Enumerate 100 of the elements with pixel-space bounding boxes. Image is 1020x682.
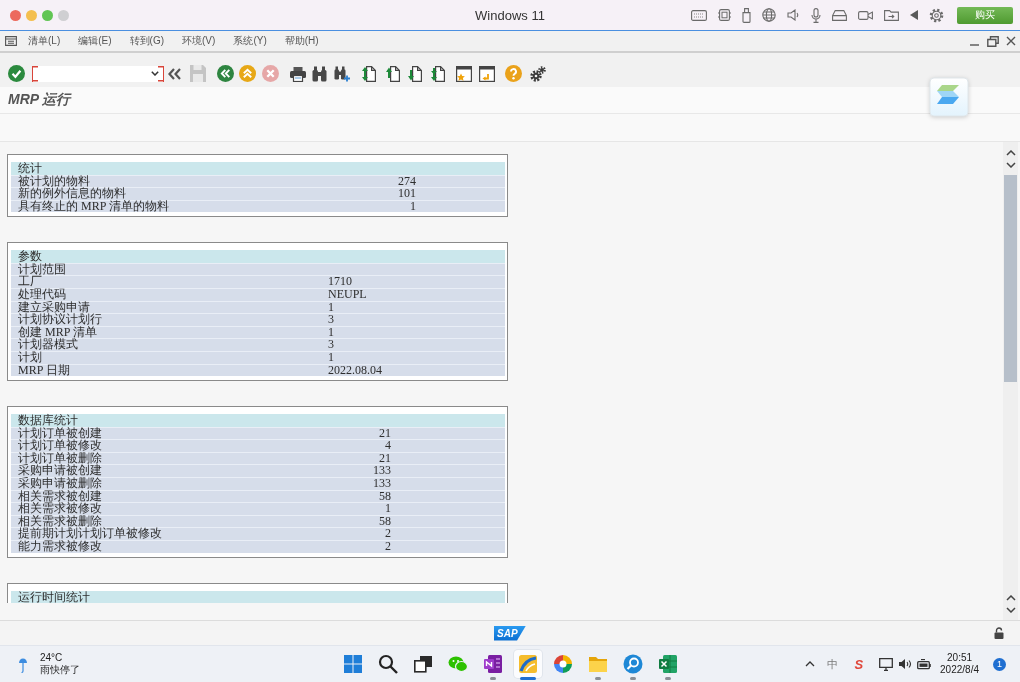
drive-icon[interactable] bbox=[832, 9, 847, 21]
section-title: 参数 bbox=[11, 250, 505, 263]
speaker-icon[interactable] bbox=[898, 658, 913, 670]
row-label: 相关需求被删除 bbox=[17, 515, 102, 528]
row-label: 采购申请被删除 bbox=[17, 478, 102, 490]
monitor-icon[interactable] bbox=[879, 657, 894, 671]
scroll-up-icon[interactable] bbox=[1005, 150, 1016, 156]
folder-icon[interactable] bbox=[884, 9, 899, 21]
row-label: 处理代码 bbox=[17, 288, 66, 301]
row-value: 58 bbox=[379, 515, 391, 528]
close-dot-icon[interactable] bbox=[10, 9, 21, 21]
battery-icon[interactable] bbox=[917, 658, 933, 670]
menu-item[interactable]: 编辑(E) bbox=[78, 34, 112, 48]
lock-icon[interactable] bbox=[994, 627, 1004, 639]
binoculars-plus-icon[interactable] bbox=[334, 65, 350, 82]
row-value: 1 bbox=[328, 351, 334, 364]
row-value: 274 bbox=[398, 175, 416, 188]
row-value: NEUPL bbox=[328, 288, 367, 301]
caret-icon[interactable] bbox=[151, 71, 159, 76]
row-value: 1 bbox=[328, 326, 334, 339]
binoculars-icon[interactable] bbox=[312, 65, 327, 82]
last-page-icon[interactable] bbox=[431, 65, 445, 82]
row-value: 1 bbox=[385, 503, 391, 515]
chevron-up-icon[interactable] bbox=[805, 661, 816, 667]
color-wheel-icon[interactable] bbox=[552, 654, 573, 674]
gears-icon[interactable] bbox=[530, 65, 546, 82]
scroll-down-icon[interactable] bbox=[1005, 607, 1016, 613]
row-value: 3 bbox=[328, 314, 334, 326]
triangle-icon[interactable] bbox=[910, 10, 918, 20]
row-label: 计划器模式 bbox=[17, 339, 78, 351]
next-page-icon[interactable] bbox=[408, 65, 422, 82]
section-title: 统计 bbox=[11, 162, 505, 175]
menu-item[interactable]: 转到(G) bbox=[129, 34, 165, 48]
scrollbar-thumb[interactable] bbox=[1004, 175, 1017, 382]
notebook-icon[interactable] bbox=[482, 654, 503, 674]
print-icon[interactable] bbox=[290, 65, 306, 82]
section-title: 数据库统计 bbox=[11, 414, 505, 427]
menu-item[interactable]: 帮助(H) bbox=[284, 34, 319, 48]
menu-item[interactable]: 系统(Y) bbox=[233, 34, 267, 48]
clock-time[interactable]: 20:51 bbox=[947, 652, 973, 664]
swirl-tile-icon[interactable] bbox=[513, 650, 542, 678]
row-label: 计划订单被删除 bbox=[17, 452, 102, 465]
row-label: 计划 bbox=[17, 351, 42, 364]
row-label: 提前期计划计划订单被修改 bbox=[17, 528, 162, 540]
close-icon[interactable] bbox=[1006, 36, 1016, 46]
row-value: 3 bbox=[328, 339, 334, 351]
task-view-icon[interactable] bbox=[412, 654, 433, 674]
row-label: 计划范围 bbox=[17, 263, 66, 276]
row-label: 相关需求被修改 bbox=[17, 503, 102, 515]
row-label: 创建 MRP 清单 bbox=[17, 326, 97, 339]
row-value: 1710 bbox=[328, 276, 352, 288]
row-label: 工厂 bbox=[17, 276, 42, 288]
check-icon[interactable] bbox=[8, 65, 25, 82]
speaker-icon[interactable] bbox=[787, 9, 800, 21]
keyboard-icon[interactable] bbox=[691, 9, 707, 21]
row-label: MRP 日期 bbox=[17, 364, 70, 377]
usb-drive-icon[interactable] bbox=[742, 7, 751, 23]
back-icon[interactable] bbox=[217, 65, 234, 82]
row-value: 21 bbox=[379, 452, 391, 465]
ime-logo[interactable]: S bbox=[854, 656, 864, 672]
weather-text: 雨快停了 bbox=[40, 664, 80, 676]
spreadsheet-icon[interactable] bbox=[657, 654, 678, 674]
menu-item[interactable]: 环境(V) bbox=[182, 34, 216, 48]
row-value: 2 bbox=[385, 528, 391, 540]
chip-icon[interactable] bbox=[718, 8, 731, 22]
first-page-icon[interactable] bbox=[362, 65, 376, 82]
search-icon[interactable] bbox=[377, 654, 398, 674]
row-value: 101 bbox=[398, 188, 416, 200]
row-label: 采购申请被创建 bbox=[17, 465, 102, 477]
previous-page-icon[interactable] bbox=[386, 65, 400, 82]
dot-icon[interactable] bbox=[58, 9, 69, 21]
double-chevron-icon[interactable] bbox=[168, 67, 181, 80]
clock-date[interactable]: 2022/8/4 bbox=[940, 664, 979, 676]
row-label: 具有终止的 MRP 清单的物料 bbox=[17, 200, 169, 213]
section-title: 运行时间统计 bbox=[11, 590, 505, 604]
magnifier-icon[interactable] bbox=[622, 654, 643, 674]
microphone-icon[interactable] bbox=[811, 7, 821, 23]
zoom-dot-icon[interactable] bbox=[42, 9, 53, 21]
temperature-text: 24°C bbox=[40, 652, 64, 664]
camera-icon[interactable] bbox=[858, 9, 873, 21]
row-label: 计划订单被创建 bbox=[17, 427, 102, 440]
row-label: 计划协议计划行 bbox=[17, 314, 102, 326]
scroll-up-icon[interactable] bbox=[1005, 595, 1016, 601]
command-field[interactable] bbox=[32, 65, 164, 82]
row-value: 58 bbox=[379, 490, 391, 503]
input-method-indicator[interactable]: 中 bbox=[827, 656, 839, 672]
globe-icon[interactable] bbox=[762, 8, 776, 22]
scroll-down-icon[interactable] bbox=[1005, 162, 1016, 168]
settings-icon[interactable] bbox=[929, 7, 944, 23]
row-value: 2022.08.04 bbox=[328, 364, 382, 377]
restore-icon[interactable] bbox=[987, 35, 999, 47]
menu-item[interactable]: 清单(L) bbox=[28, 34, 61, 48]
row-label: 计划订单被修改 bbox=[17, 440, 102, 452]
row-value: 2 bbox=[385, 540, 391, 553]
minimize-dot-icon[interactable] bbox=[26, 9, 37, 21]
start-icon[interactable] bbox=[342, 654, 363, 674]
notification-badge[interactable]: 1 bbox=[993, 657, 1006, 671]
chevron-tile-icon[interactable] bbox=[929, 77, 969, 117]
menu-icon[interactable] bbox=[5, 36, 17, 46]
status-logo: SAP bbox=[494, 625, 526, 641]
